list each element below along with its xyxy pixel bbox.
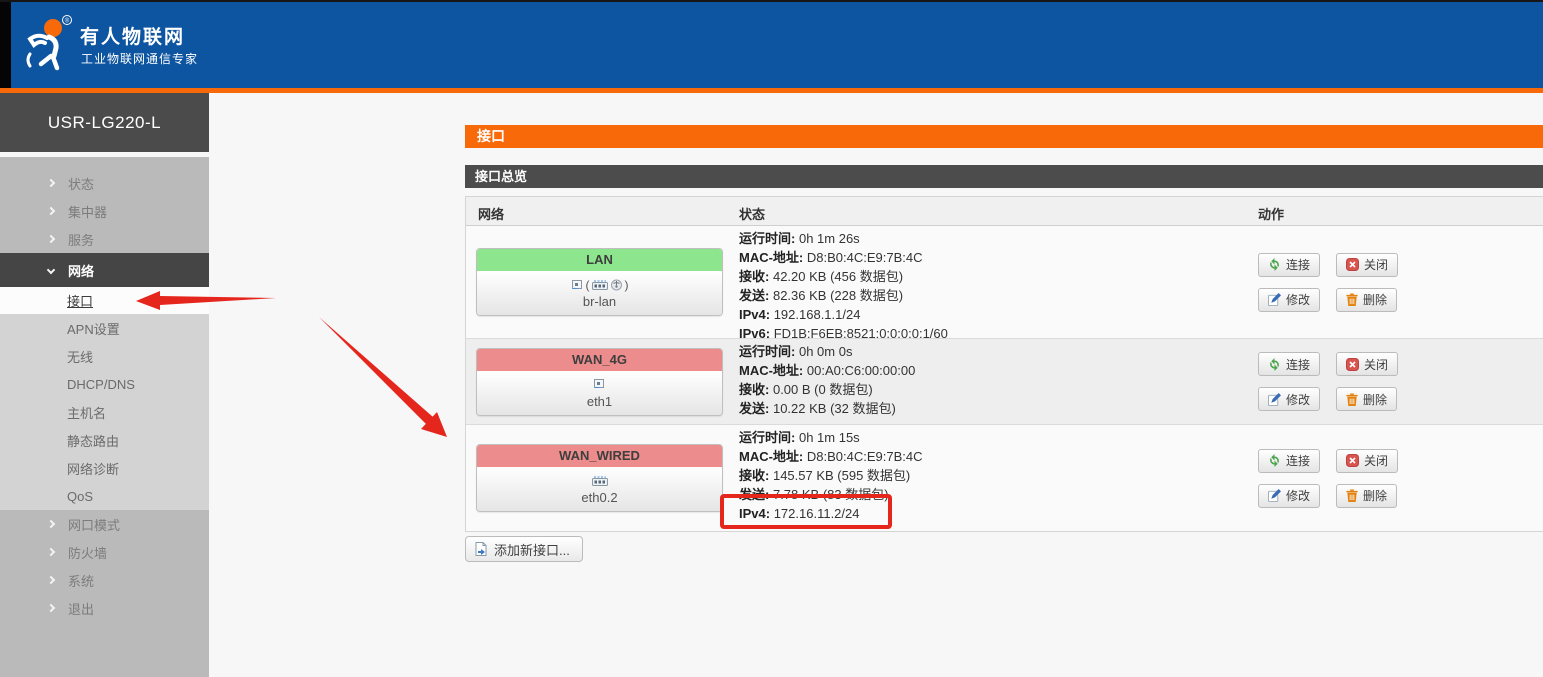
table-row-lan: LAN ( ) br-lan 运行时间: 0h 1m 26s MAC-地址: D… bbox=[466, 226, 1543, 339]
chevron-right-icon bbox=[48, 577, 68, 583]
sidebar-item-concentrator[interactable]: 集中器 bbox=[0, 197, 209, 225]
add-interface-button[interactable]: 添加新接口... bbox=[465, 536, 583, 562]
connect-button[interactable]: 连接 bbox=[1258, 253, 1320, 277]
edit-icon bbox=[1268, 489, 1281, 502]
usr-iot-logo: ® bbox=[16, 14, 76, 72]
refresh-icon bbox=[1268, 258, 1281, 271]
sidebar-item-port-mode[interactable]: 网口模式 bbox=[0, 510, 209, 538]
app-header: ® 有人物联网 工业物联网通信专家 bbox=[0, 2, 1543, 88]
trash-icon bbox=[1346, 393, 1358, 406]
column-header-actions: 动作 bbox=[1246, 197, 1543, 225]
delete-button[interactable]: 删除 bbox=[1336, 387, 1397, 411]
table-row-wan-wired: WAN_WIRED eth0.2 运行时间: 0h 1m 15s MAC-地址:… bbox=[466, 425, 1543, 531]
column-header-status: 状态 bbox=[731, 197, 1246, 225]
chevron-right-icon bbox=[48, 236, 68, 242]
sidebar-item-firewall[interactable]: 防火墙 bbox=[0, 538, 209, 566]
connect-button[interactable]: 连接 bbox=[1258, 352, 1320, 376]
wan-wired-interface-card: WAN_WIRED eth0.2 bbox=[476, 444, 723, 512]
device-name: br-lan bbox=[477, 294, 722, 309]
wan-4g-interface-card: WAN_4G eth1 bbox=[476, 348, 723, 416]
switch-icon bbox=[592, 475, 608, 486]
table-row-wan-4g: WAN_4G eth1 运行时间: 0h 0m 0s MAC-地址: 00:A0… bbox=[466, 339, 1543, 425]
add-interface-icon bbox=[474, 542, 488, 556]
sidebar-item-dhcp-dns[interactable]: DHCP/DNS bbox=[0, 370, 209, 398]
wan-wired-status: 运行时间: 0h 1m 15s MAC-地址: D8:B0:4C:E9:7B:4… bbox=[731, 425, 1246, 531]
trash-icon bbox=[1346, 489, 1358, 502]
annotation-arrow-to-wan-wired-row bbox=[319, 317, 447, 437]
switch-icon bbox=[592, 279, 608, 290]
brand-name: 有人物联网 bbox=[80, 22, 185, 49]
sidebar-item-status[interactable]: 状态 bbox=[0, 169, 209, 197]
chevron-right-icon bbox=[48, 549, 68, 555]
shutdown-button[interactable]: 关闭 bbox=[1336, 352, 1398, 376]
edit-button[interactable]: 修改 bbox=[1258, 484, 1320, 508]
header-accent-bar bbox=[0, 88, 1543, 93]
window-left-edge bbox=[0, 2, 11, 93]
wan-4g-badge: WAN_4G bbox=[477, 349, 722, 371]
shutdown-button[interactable]: 关闭 bbox=[1336, 253, 1398, 277]
table-header-row: 网络 状态 动作 bbox=[466, 197, 1543, 226]
sidebar-item-system[interactable]: 系统 bbox=[0, 566, 209, 594]
device-name: eth0.2 bbox=[477, 490, 722, 505]
sidebar-item-diagnostics[interactable]: 网络诊断 bbox=[0, 454, 209, 482]
device-name: eth1 bbox=[477, 394, 722, 409]
shutdown-button[interactable]: 关闭 bbox=[1336, 449, 1398, 473]
column-header-network: 网络 bbox=[466, 197, 731, 225]
sidebar-item-static-routes[interactable]: 静态路由 bbox=[0, 426, 209, 454]
lan-status: 运行时间: 0h 1m 26s MAC-地址: D8:B0:4C:E9:7B:4… bbox=[731, 226, 1246, 338]
chevron-right-icon bbox=[48, 521, 68, 527]
section-title: 接口总览 bbox=[465, 165, 1543, 188]
connect-button[interactable]: 连接 bbox=[1258, 449, 1320, 473]
sidebar-item-qos[interactable]: QoS bbox=[0, 482, 209, 510]
brand-tagline: 工业物联网通信专家 bbox=[81, 50, 198, 67]
sidebar-item-wireless[interactable]: 无线 bbox=[0, 342, 209, 370]
wan-4g-status: 运行时间: 0h 0m 0s MAC-地址: 00:A0:C6:00:00:00… bbox=[731, 339, 1246, 424]
interface-overview-table: 网络 状态 动作 LAN ( ) br-lan 运行 bbox=[465, 196, 1543, 532]
ethernet-icon bbox=[571, 279, 584, 291]
svg-text:®: ® bbox=[65, 18, 70, 25]
refresh-icon bbox=[1268, 454, 1281, 467]
lan-interface-card: LAN ( ) br-lan bbox=[476, 248, 723, 316]
refresh-icon bbox=[1268, 358, 1281, 371]
sidebar: USR-LG220-L 状态 集中器 服务 网络 接口 APN设置 无线 DHC… bbox=[0, 93, 209, 677]
close-icon bbox=[1346, 358, 1359, 371]
close-icon bbox=[1346, 454, 1359, 467]
signal-icon bbox=[610, 279, 623, 291]
device-model-title: USR-LG220-L bbox=[0, 93, 209, 152]
edit-button[interactable]: 修改 bbox=[1258, 387, 1320, 411]
sidebar-item-services[interactable]: 服务 bbox=[0, 225, 209, 253]
edit-icon bbox=[1268, 293, 1281, 306]
chevron-right-icon bbox=[48, 605, 68, 611]
edit-button[interactable]: 修改 bbox=[1258, 288, 1320, 312]
delete-button[interactable]: 删除 bbox=[1336, 484, 1397, 508]
wan-wired-badge: WAN_WIRED bbox=[477, 445, 722, 467]
chevron-right-icon bbox=[48, 180, 68, 186]
close-icon bbox=[1346, 258, 1359, 271]
delete-button[interactable]: 删除 bbox=[1336, 288, 1397, 312]
sidebar-menu: 状态 集中器 服务 网络 接口 APN设置 无线 DHCP/DNS 主机名 静态… bbox=[0, 157, 209, 677]
sidebar-item-hostname[interactable]: 主机名 bbox=[0, 398, 209, 426]
sidebar-item-logout[interactable]: 退出 bbox=[0, 594, 209, 622]
lan-badge: LAN bbox=[477, 249, 722, 271]
network-submenu: APN设置 无线 DHCP/DNS 主机名 静态路由 网络诊断 QoS bbox=[0, 314, 209, 510]
trash-icon bbox=[1346, 293, 1358, 306]
chevron-down-icon bbox=[48, 267, 68, 273]
sidebar-item-interfaces-active[interactable]: 接口 bbox=[0, 287, 209, 314]
sidebar-item-apn-settings[interactable]: APN设置 bbox=[0, 314, 209, 342]
chevron-right-icon bbox=[48, 208, 68, 214]
page-title: 接口 bbox=[465, 125, 1543, 148]
ethernet-adapter-icon bbox=[593, 378, 606, 390]
sidebar-item-network[interactable]: 网络 bbox=[0, 253, 209, 287]
highlighted-ipv4-line: IPv4: 172.16.11.2/24 bbox=[739, 504, 1246, 523]
edit-icon bbox=[1268, 393, 1281, 406]
